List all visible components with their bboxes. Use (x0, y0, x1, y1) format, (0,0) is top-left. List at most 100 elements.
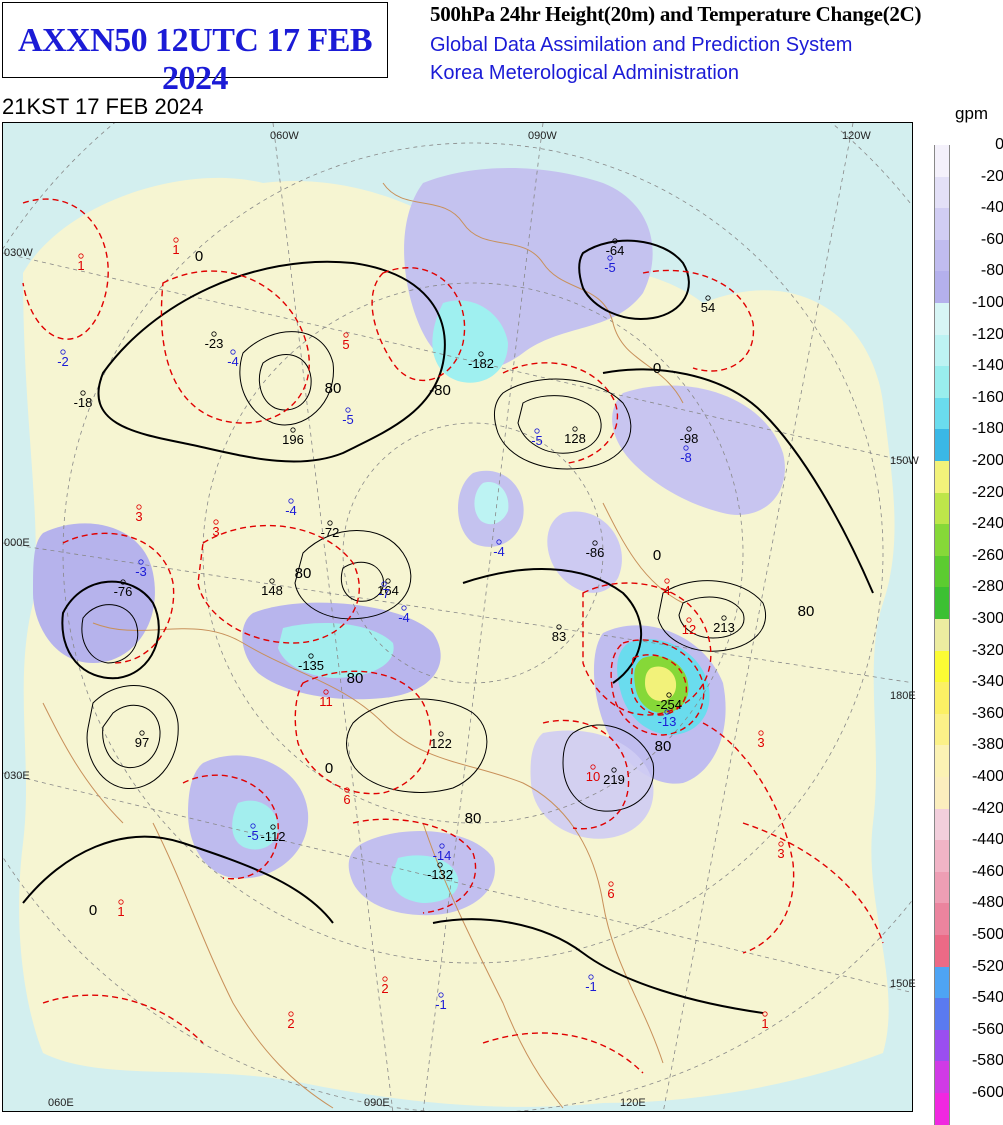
legend-level-label: -320 (971, 641, 1003, 659)
legend-level-label: -540 (971, 989, 1003, 1007)
legend-level-label: -120 (971, 325, 1003, 343)
temp-change-label: -4 (285, 503, 297, 518)
temp-change-label: -5 (604, 260, 616, 275)
temp-change-label: -7 (378, 586, 390, 601)
legend-swatch (934, 840, 950, 872)
legend-swatch (934, 461, 950, 493)
legend-swatch (934, 1029, 950, 1062)
legend-swatch (934, 555, 950, 588)
height-change-label: -76 (114, 584, 133, 599)
temp-change-label: 3 (212, 524, 219, 539)
contour-value-label: 0 (653, 360, 661, 377)
legend-swatch (934, 998, 950, 1030)
chart-title: 500hPa 24hr Height(20m) and Temperature … (430, 2, 922, 26)
temp-change-label: 11 (319, 694, 333, 709)
height-change-label: 54 (701, 300, 715, 315)
legend-level-label: -40 (980, 199, 1003, 217)
system-name: Global Data Assimilation and Prediction … (430, 34, 853, 56)
legend-level-label: -460 (971, 862, 1003, 880)
top-lon-label-2: 090W (528, 130, 557, 142)
legend-swatch (934, 176, 950, 209)
legend-swatch (934, 903, 950, 935)
temp-change-label: -5 (247, 828, 259, 843)
temp-change-label: 3 (135, 509, 142, 524)
legend-level-label: -240 (971, 515, 1003, 533)
legend-swatch (934, 239, 950, 272)
legend-swatch (934, 745, 950, 777)
contour-value-label: 0 (195, 248, 203, 265)
contour-value-label: 80 (655, 738, 672, 755)
contour-value-label: 0 (325, 760, 333, 777)
legend-swatch (934, 492, 950, 525)
temp-change-label: 6 (607, 886, 614, 901)
height-change-label: -64 (606, 243, 625, 258)
legend-unit: gpm (955, 104, 989, 123)
height-change-label: -254 (656, 697, 682, 712)
top-lon-label-1: 060W (270, 130, 299, 142)
height-change-label: 128 (564, 431, 586, 446)
legend-level-label: -340 (971, 673, 1003, 691)
legend-level-label: -380 (971, 736, 1003, 754)
legend-swatch (934, 271, 950, 303)
legend-level-label: -400 (971, 768, 1003, 785)
temp-change-label: 3 (757, 735, 764, 750)
right-lon-label-1: 150W (890, 455, 919, 467)
map-canvas: -6454-23-18-182196 128 -98-72-86-76 148 1642… (3, 123, 912, 1111)
bottom-lon-label-1: 060E (48, 1097, 74, 1109)
legend-swatch (934, 1093, 950, 1125)
contour-value-label: 80 (798, 603, 815, 620)
temp-change-label: -8 (680, 450, 692, 465)
temp-change-label: 2 (287, 1016, 294, 1031)
right-lon-label-2: 180E (890, 690, 916, 702)
height-change-label: 196 (282, 432, 304, 447)
temp-change-label: 6 (343, 792, 350, 807)
bottom-lon-label-3: 120E (620, 1097, 646, 1109)
height-change-shading (3, 123, 912, 1111)
temp-change-label: 10 (586, 769, 600, 784)
temp-change-label: 1 (77, 258, 84, 273)
temp-change-label: -2 (57, 354, 69, 369)
legend-swatch (934, 587, 950, 619)
contour-value-label: -80 (429, 382, 451, 399)
height-change-label: -135 (298, 658, 324, 673)
legend-level-label: -140 (971, 357, 1003, 375)
temp-change-label: 2 (381, 981, 388, 996)
legend-swatch (934, 303, 950, 335)
legend-level-label: -560 (971, 1020, 1003, 1038)
height-change-label: -98 (680, 431, 699, 446)
legend-swatch (934, 682, 950, 714)
temp-change-label: -4 (493, 544, 505, 559)
contour-value-label: 0 (653, 547, 661, 564)
height-change-label: 148 (261, 583, 283, 598)
legend-level-label: -260 (971, 546, 1003, 564)
legend-level-label: -280 (971, 578, 1003, 596)
legend-level-label: -520 (971, 957, 1003, 975)
legend-level-label: -60 (980, 230, 1003, 248)
legend-level-label: -500 (971, 926, 1003, 943)
legend-level-label: -200 (971, 452, 1003, 469)
height-change-label: -182 (468, 356, 494, 371)
temp-change-label: -14 (433, 848, 452, 863)
legend-swatch (934, 808, 950, 841)
product-title: AXXN50 12UTC 17 FEB 2024 (17, 22, 373, 97)
left-lon-label-3: 030E (4, 770, 30, 782)
height-change-label: 122 (430, 736, 452, 751)
height-change-label: 97 (135, 735, 149, 750)
contour-value-label: 0 (89, 902, 97, 919)
temp-change-label: 1 (761, 1016, 768, 1031)
temp-change-label: -1 (435, 997, 447, 1012)
legend-level-label: -420 (971, 799, 1003, 817)
height-change-label: 213 (713, 620, 735, 635)
legend-swatch (934, 871, 950, 904)
legend-level-label: 0 (995, 136, 1003, 153)
left-lon-label-2: 000E (4, 537, 30, 549)
height-change-label: -112 (260, 829, 285, 844)
temp-change-label: 1 (117, 904, 124, 919)
legend-swatch (934, 429, 950, 461)
legend-level-label: -360 (971, 704, 1003, 722)
contour-value-label: 80 (295, 565, 312, 582)
contour-value-label: 80 (325, 380, 342, 397)
temp-change-label: 3 (777, 846, 784, 861)
legend-level-label: -580 (971, 1052, 1003, 1070)
legend-swatch (934, 397, 950, 430)
